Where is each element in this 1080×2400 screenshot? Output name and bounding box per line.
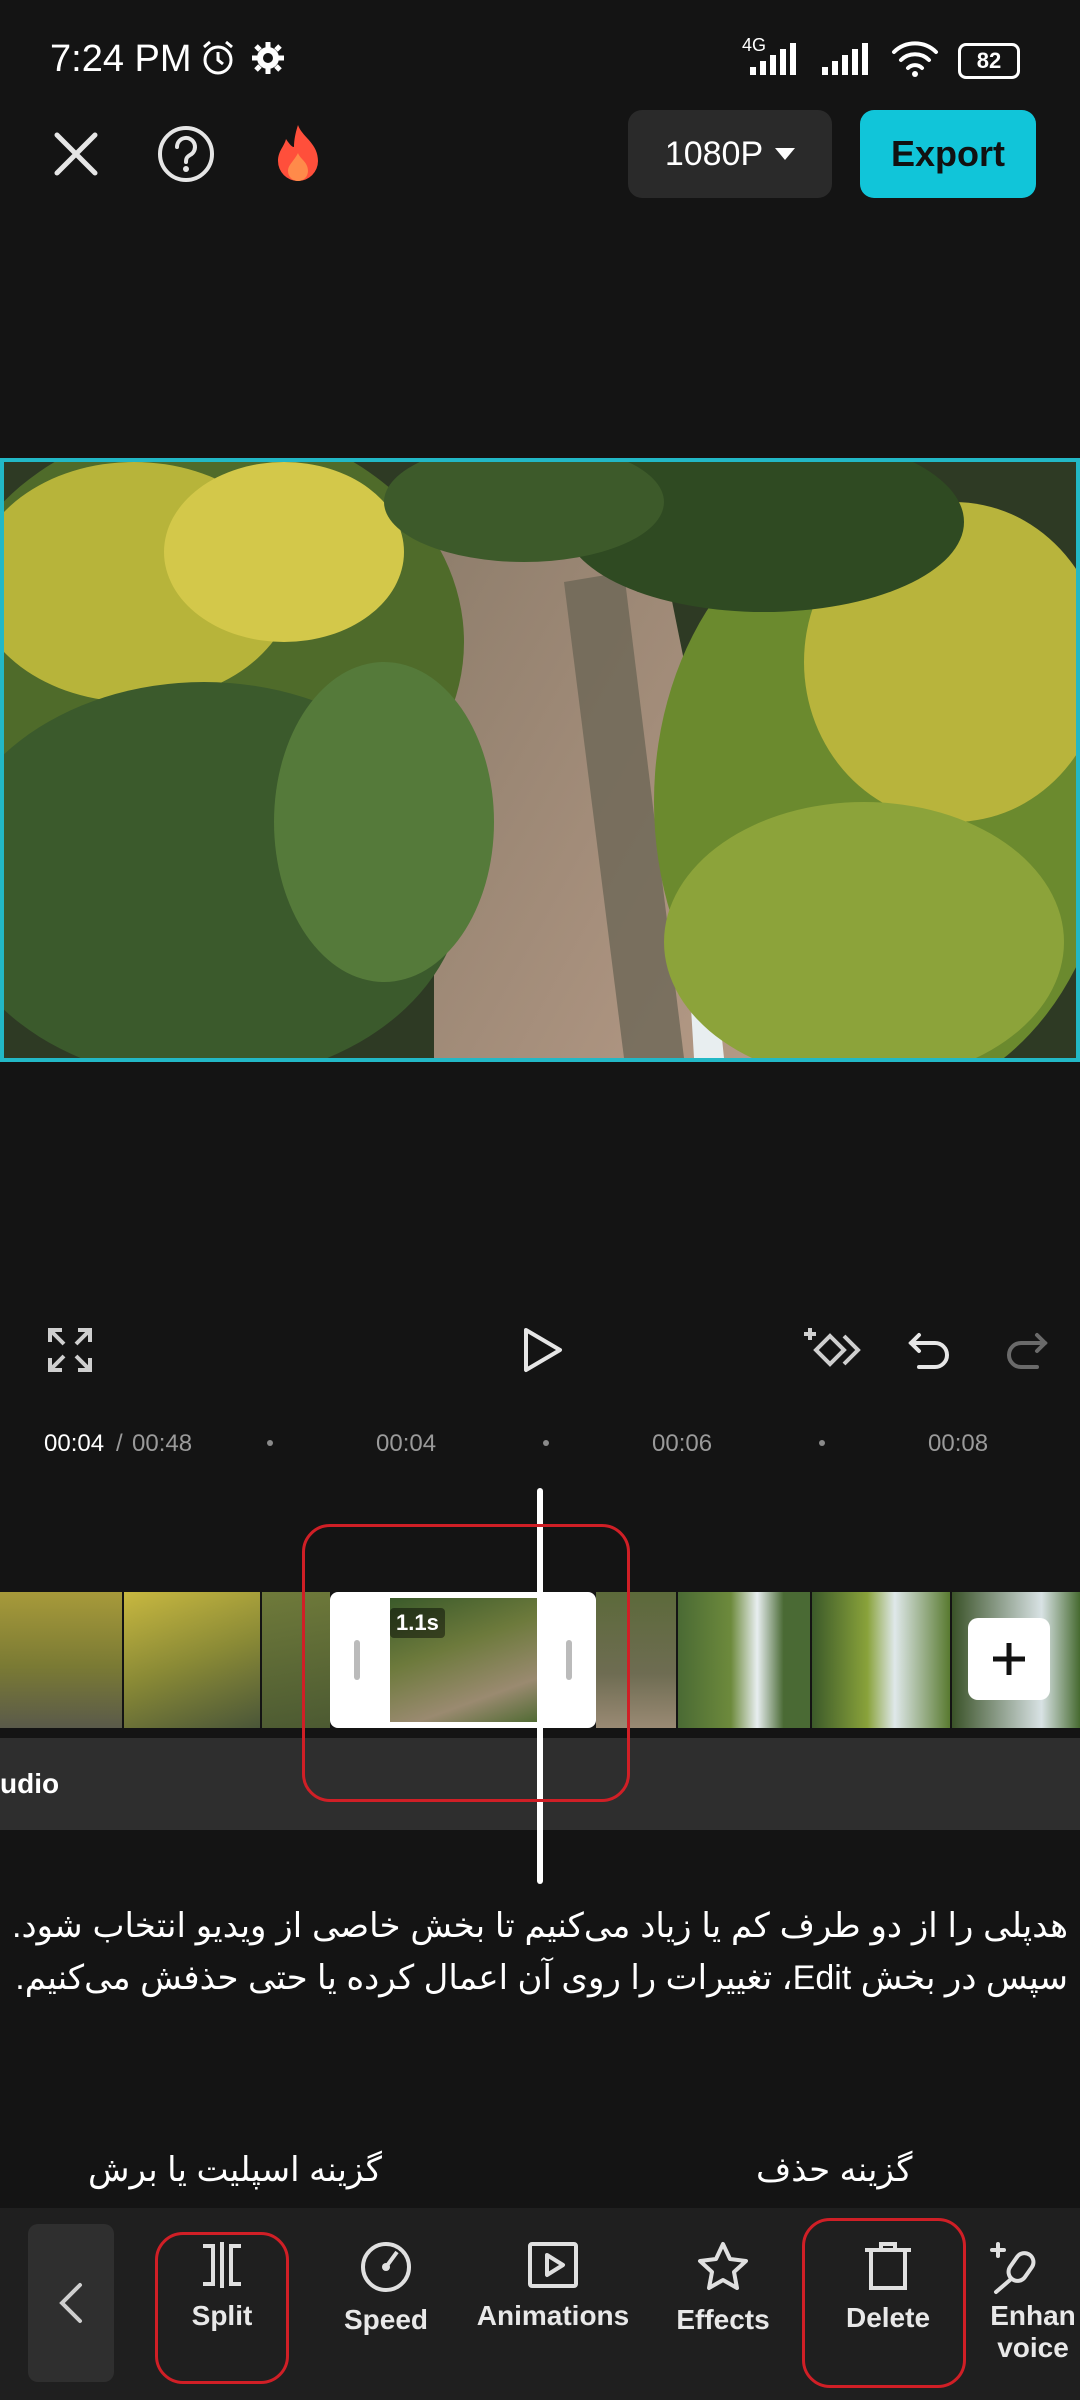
- help-button[interactable]: [154, 122, 218, 186]
- export-button[interactable]: Export: [860, 110, 1036, 198]
- undo-button[interactable]: [900, 1318, 960, 1382]
- highlight-selected-clip: [302, 1524, 630, 1802]
- fullscreen-icon: [48, 1328, 92, 1372]
- split-annotation: گزینه اسپلیت یا برش: [88, 2151, 382, 2189]
- enhance-voice-tool[interactable]: Enhan voice: [988, 2240, 1080, 2370]
- battery-icon: 82: [958, 43, 1020, 79]
- settings-gear-icon: [250, 40, 286, 81]
- ruler-tick-3: 00:08: [928, 1430, 989, 1457]
- speed-icon: [361, 2242, 411, 2292]
- animations-tool[interactable]: Animations: [472, 2240, 634, 2370]
- pro-flame-button[interactable]: [264, 118, 332, 190]
- back-button[interactable]: [28, 2224, 114, 2382]
- ruler-tick-2: 00:06: [652, 1430, 713, 1457]
- enhance-voice-tool-label: Enhan voice: [990, 2300, 1076, 2363]
- clip-thumbnail[interactable]: [812, 1592, 950, 1728]
- signal-4g-icon: 4G: [742, 35, 802, 82]
- clip-thumbnail[interactable]: [124, 1592, 260, 1728]
- clip-thumbnail[interactable]: [678, 1592, 810, 1728]
- status-icons: 4G 82: [742, 35, 1020, 86]
- ruler-tick-1: 00:04: [376, 1430, 437, 1457]
- fullscreen-button[interactable]: [40, 1320, 100, 1380]
- resolution-value: 1080P: [664, 134, 764, 173]
- undo-icon: [908, 1333, 949, 1369]
- keyframe-button[interactable]: [800, 1318, 864, 1382]
- status-time: 7:24 PM: [50, 38, 192, 80]
- delete-annotation: گزینه حذف: [756, 2151, 913, 2189]
- video-preview[interactable]: [0, 458, 1080, 1062]
- alarm-icon: [198, 38, 238, 83]
- close-button[interactable]: [44, 122, 108, 186]
- speed-tool-label: Speed: [343, 2304, 429, 2335]
- chevron-left-icon: [59, 2283, 82, 2323]
- resolution-selector[interactable]: 1080P: [628, 110, 832, 198]
- audio-track-label: udio: [0, 1768, 60, 1799]
- time-separator: /: [116, 1430, 123, 1457]
- animations-tool-label: Animations: [476, 2300, 630, 2331]
- add-clip-button[interactable]: [968, 1618, 1050, 1700]
- keyframe-icon: [804, 1328, 861, 1367]
- timeline-ruler: 00:04 / 00:48 00:04 00:06 00:08: [0, 1420, 1080, 1470]
- animations-icon: [528, 2242, 578, 2288]
- speed-tool[interactable]: Speed: [324, 2240, 448, 2370]
- close-icon: [54, 132, 98, 176]
- enhance-voice-icon: [990, 2242, 1036, 2294]
- battery-level: 82: [976, 48, 1002, 73]
- current-time: 00:04: [44, 1430, 105, 1457]
- ruler-dot: [819, 1440, 825, 1446]
- help-icon: [158, 126, 214, 182]
- wifi-icon: [890, 40, 940, 83]
- total-time: 00:48: [132, 1430, 193, 1457]
- play-icon: [524, 1328, 562, 1372]
- highlight-split: [155, 2232, 289, 2384]
- tutorial-caption: هدپلی را از دو طرف کم یا زیاد می‌کنیم تا…: [12, 1907, 1068, 1997]
- ruler-dot: [267, 1440, 273, 1446]
- signal-icon: [820, 41, 872, 82]
- effects-tool-label: Effects: [676, 2304, 770, 2335]
- clip-thumbnail[interactable]: [0, 1592, 122, 1728]
- highlight-delete: [802, 2218, 966, 2388]
- plus-icon: [993, 1643, 1025, 1675]
- redo-button[interactable]: [996, 1318, 1056, 1382]
- status-bar: 7:24 PM 4G 82: [0, 0, 1080, 120]
- ruler-dot: [543, 1440, 549, 1446]
- effects-icon: [698, 2242, 748, 2290]
- flame-icon: [278, 125, 318, 181]
- redo-icon: [1007, 1333, 1048, 1369]
- preview-frame-image: [4, 462, 1076, 1058]
- chevron-down-icon: [775, 148, 796, 160]
- effects-tool[interactable]: Effects: [662, 2240, 784, 2370]
- play-button[interactable]: [514, 1320, 570, 1380]
